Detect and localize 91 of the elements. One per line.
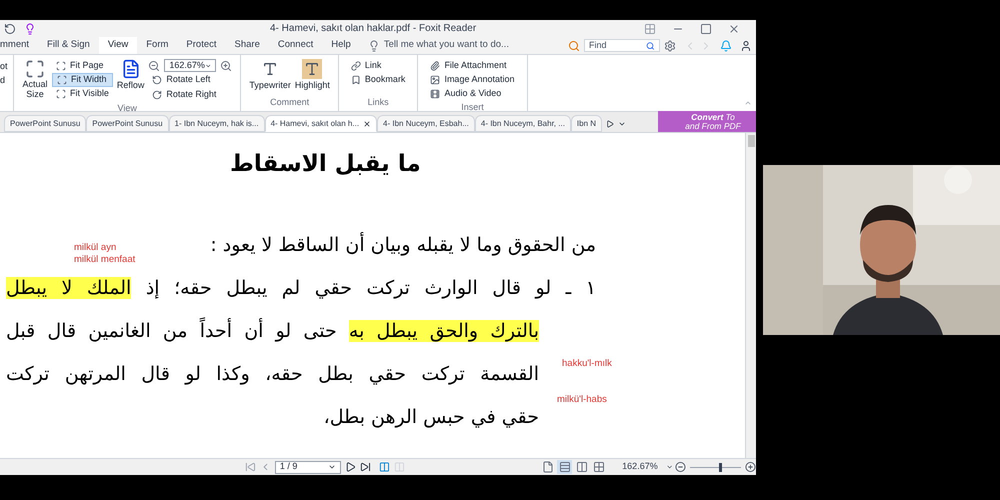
document-tab[interactable]: 4- Ibn Nuceym, Bahr, ... bbox=[474, 115, 571, 132]
menu-tab[interactable]: Share bbox=[226, 37, 269, 54]
tell-me-field[interactable]: Tell me what you want to do... bbox=[384, 38, 544, 53]
fit-icon bbox=[56, 89, 66, 99]
bookmark-icon bbox=[350, 75, 361, 85]
menu-tab[interactable]: View bbox=[98, 37, 138, 54]
last-page-icon[interactable] bbox=[360, 461, 372, 473]
zoom-out-icon[interactable] bbox=[675, 461, 686, 473]
caret-icon bbox=[328, 463, 336, 471]
ribbon-button[interactable]: Fit Visible bbox=[52, 87, 113, 101]
document-tab[interactable]: 1- Ibn Nuceym, hak is... bbox=[168, 115, 265, 132]
zoom-level: 162.67% bbox=[622, 460, 658, 474]
menu-tab[interactable]: Connect bbox=[268, 37, 322, 54]
ribbon-button[interactable]: Audio & Video bbox=[426, 87, 518, 101]
film-icon bbox=[430, 89, 440, 99]
tab-list-icon[interactable] bbox=[618, 120, 626, 128]
rotate-left-icon bbox=[152, 75, 162, 85]
ribbon-button[interactable]: Rotate Right bbox=[148, 88, 232, 102]
restore-icon[interactable] bbox=[700, 22, 712, 34]
close-tab-icon[interactable] bbox=[363, 120, 372, 128]
fit-icon bbox=[57, 75, 67, 85]
view-mode-button[interactable] bbox=[574, 460, 590, 474]
find-field[interactable]: Find bbox=[584, 39, 660, 52]
image-icon bbox=[430, 75, 440, 85]
rotate-right-icon bbox=[152, 90, 162, 100]
grid-icon[interactable] bbox=[644, 22, 656, 34]
document-tab[interactable]: PowerPoint Sunusu bbox=[86, 115, 169, 132]
group-label: View bbox=[116, 102, 138, 115]
ribbon-button[interactable]: Link bbox=[346, 59, 410, 73]
menu-tab[interactable]: mment bbox=[0, 37, 38, 54]
group-label: Insert bbox=[460, 101, 485, 114]
undo-icon[interactable] bbox=[4, 22, 16, 34]
ribbon-button[interactable]: Fit Width bbox=[52, 73, 113, 87]
document-icon bbox=[120, 59, 141, 79]
ribbon-button[interactable]: Rotate Left bbox=[148, 73, 232, 87]
page-field[interactable]: 1 / 9 bbox=[274, 460, 342, 474]
page-view-icon[interactable] bbox=[379, 461, 390, 473]
lightbulb-icon bbox=[368, 40, 380, 52]
heading: ما يقبل الاسقاط bbox=[230, 150, 421, 179]
comment-tool-button[interactable]: Highlight bbox=[294, 59, 330, 92]
zoom-dropdown[interactable]: 162.67% bbox=[164, 59, 216, 72]
text-tool-icon bbox=[304, 61, 320, 77]
document-tab[interactable]: PowerPoint Sunusu bbox=[4, 115, 86, 132]
comment-tool-button[interactable]: Typewriter bbox=[249, 59, 291, 92]
annotation-note: milkül ayn bbox=[74, 242, 116, 253]
text-tool-icon bbox=[262, 61, 278, 77]
zoom-in-icon[interactable] bbox=[220, 60, 232, 72]
convert-button[interactable]: Convert To and From PDF bbox=[658, 111, 756, 132]
annotation-note: hakku'l-mılk bbox=[562, 358, 612, 369]
window-title: 4- Hamevi, sakıt olan haklar.pdf - Foxit Reader bbox=[270, 22, 476, 36]
group-label: Links bbox=[366, 96, 390, 108]
actual-size-icon bbox=[25, 59, 45, 79]
close-icon[interactable] bbox=[728, 22, 740, 34]
menu-tab[interactable]: Fill & Sign bbox=[38, 37, 99, 54]
document-tab[interactable]: 4- Ibn Nuceym, Esbah... bbox=[377, 115, 475, 132]
menu-tab[interactable]: Help bbox=[322, 37, 360, 54]
fit-icon bbox=[56, 61, 66, 71]
zoom-out-icon[interactable] bbox=[148, 60, 160, 72]
zoom-menu-icon[interactable] bbox=[666, 463, 673, 471]
document-tab[interactable]: 4- Hamevi, sakıt olan h... bbox=[264, 115, 378, 132]
user-icon[interactable] bbox=[740, 40, 752, 52]
search-icon bbox=[646, 40, 655, 50]
menu-tab[interactable]: Protect bbox=[177, 37, 226, 54]
view-mode-button[interactable] bbox=[591, 460, 606, 474]
paragraph-line: بالترك والحق يبطل به حتى لو أن أحداً من الغانمين قال قبل bbox=[6, 314, 539, 349]
actual-size-button[interactable]: Actual Size bbox=[22, 59, 48, 99]
next-page-icon[interactable] bbox=[345, 461, 356, 473]
annotation-note: milkül menfaat bbox=[74, 254, 136, 265]
collapse-icon[interactable] bbox=[744, 99, 752, 107]
zoom-in-icon[interactable] bbox=[745, 461, 756, 473]
link-icon bbox=[350, 61, 361, 71]
ribbon-button[interactable]: Image Annotation bbox=[426, 73, 518, 87]
document-tab[interactable]: Ibn N bbox=[570, 115, 602, 132]
zoom-slider-thumb[interactable] bbox=[718, 462, 722, 472]
find-input[interactable]: Find bbox=[589, 38, 646, 52]
annotation-note: milkü'l-habs bbox=[557, 394, 607, 405]
ribbon-button[interactable]: File Attachment bbox=[426, 59, 518, 73]
tab-scroll-icon[interactable] bbox=[606, 120, 614, 128]
paperclip-icon bbox=[430, 61, 440, 71]
ribbon-button[interactable]: Fit Page bbox=[52, 59, 113, 73]
settings-icon[interactable] bbox=[664, 40, 676, 52]
scrollbar[interactable] bbox=[745, 133, 756, 458]
ribbon-button[interactable]: Bookmark bbox=[346, 73, 410, 87]
ribbon-button[interactable]: d bbox=[0, 73, 9, 87]
first-page-icon[interactable] bbox=[245, 461, 256, 473]
view-mode-button[interactable] bbox=[557, 460, 572, 474]
bell-icon[interactable] bbox=[720, 40, 732, 52]
group-label: Comment bbox=[269, 96, 310, 108]
reflow-button[interactable]: Reflow bbox=[116, 59, 144, 92]
menu-tab[interactable]: Form bbox=[137, 37, 178, 54]
ribbon-button[interactable]: ot bbox=[0, 59, 9, 73]
